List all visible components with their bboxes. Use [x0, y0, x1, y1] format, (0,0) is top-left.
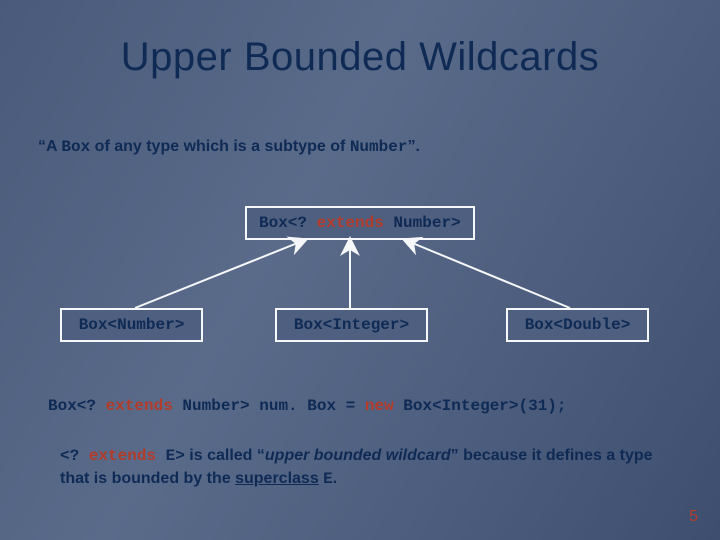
keyword-extends: extends: [106, 397, 173, 415]
text: Box<?: [48, 397, 106, 415]
text: Number>: [384, 214, 461, 232]
page-number: 5: [689, 508, 698, 526]
box-number-type: Box<Number>: [60, 308, 203, 342]
box-double-type: Box<Double>: [506, 308, 649, 342]
text: ”.: [407, 138, 419, 155]
keyword-extends: extends: [317, 214, 384, 232]
text: Box<?: [259, 214, 317, 232]
subtitle-sentence: “A Box of any type which is a subtype of…: [38, 138, 420, 156]
code-fragment: <? extends E>: [60, 447, 185, 465]
text: of any type which is a subtype of: [90, 138, 350, 155]
code-declaration: Box<? extends Number> num. Box = new Box…: [48, 397, 567, 415]
code-box: Box: [61, 138, 90, 156]
box-parent-type: Box<? extends Number>: [245, 206, 475, 240]
keyword-new: new: [365, 397, 394, 415]
text: <?: [60, 447, 89, 465]
text: is called “: [185, 447, 265, 464]
code-e: E: [323, 470, 333, 488]
text: Number> num. Box =: [173, 397, 365, 415]
term-underline: superclass: [235, 470, 319, 487]
text: E>: [156, 447, 185, 465]
text: “A: [38, 138, 61, 155]
keyword-extends: extends: [89, 447, 156, 465]
slide: Upper Bounded Wildcards “A Box of any ty…: [0, 0, 720, 540]
text: Box<Integer>(31);: [394, 397, 567, 415]
slide-title: Upper Bounded Wildcards: [0, 35, 720, 80]
term-italic: upper bounded wildcard: [265, 447, 451, 464]
inheritance-arrows: [0, 230, 720, 320]
text: .: [333, 470, 337, 487]
box-integer-type: Box<Integer>: [275, 308, 428, 342]
explanation-text: <? extends E> is called “upper bounded w…: [60, 445, 675, 490]
code-number: Number: [350, 138, 408, 156]
